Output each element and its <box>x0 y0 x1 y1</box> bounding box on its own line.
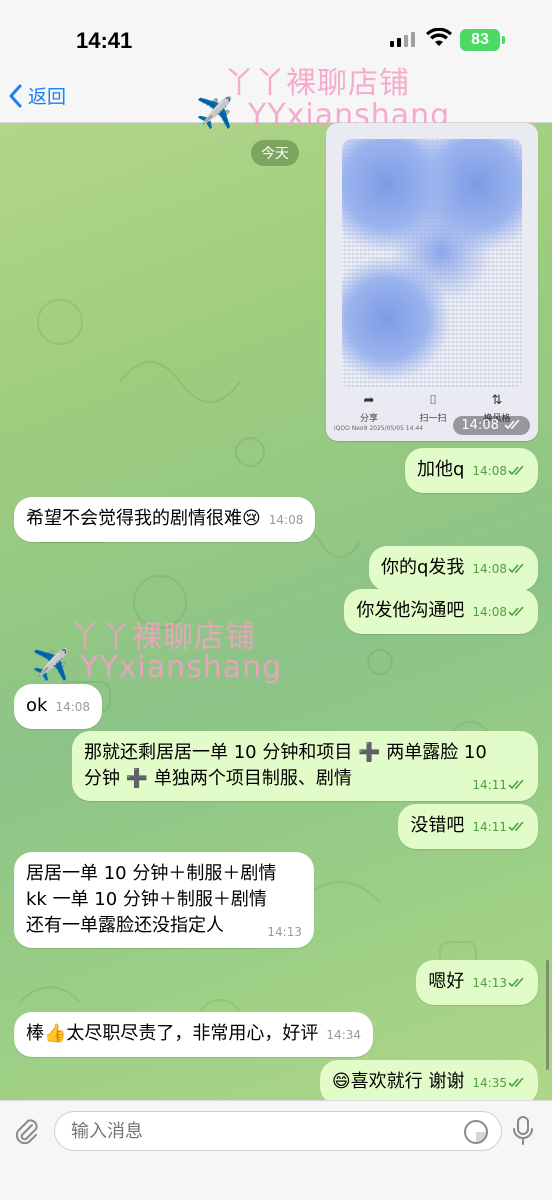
chat-screen: 14:41 83 返回 丫丫裸聊店铺 ✈️ YYxianshang 今天 ➦ 分享… <box>0 0 552 1200</box>
watermark-handle: YYxianshang <box>80 650 283 685</box>
message-text: 加他q <box>416 459 465 480</box>
microphone-icon[interactable] <box>512 1115 534 1147</box>
airplane-icon: ✈️ <box>196 96 234 131</box>
date-separator: 今天 <box>251 140 299 166</box>
message-bubble-outgoing[interactable]: 那就还剩居居一单 10 分钟和项目 ➕ 两单露脸 10 分钟 ➕ 单独两个项目制… <box>72 731 538 801</box>
image-message[interactable]: ➦ 分享 ⌷ 扫一扫 ⇅ 换风格 iQOO Neo9 2025/05/05 14:44… <box>326 123 538 441</box>
airplane-icon: ✈️ <box>32 648 70 683</box>
message-text-line: 分钟 ➕ 单独两个项目制服、剧情 14:11 <box>84 766 526 792</box>
message-bubble-outgoing[interactable]: 😄喜欢就行 谢谢 14:35 <box>319 1060 538 1105</box>
message-time: 14:08 <box>472 562 507 576</box>
message-bubble-incoming[interactable]: 居居一单 10 分钟＋制服＋剧情 kk 一单 10 分钟＋制服＋剧情 还有一单露… <box>14 852 314 948</box>
message-time: 14:08 <box>55 700 91 714</box>
message-bubble-outgoing[interactable]: 没错吧 14:11 <box>398 804 538 849</box>
message-bubble-incoming[interactable]: ok 14:08 <box>14 684 103 729</box>
wifi-icon <box>426 28 452 46</box>
message-time: 14:08 <box>472 464 507 478</box>
message-time: 14:13 <box>267 925 302 939</box>
battery-tip <box>502 36 505 44</box>
message-text: 嗯好 <box>428 971 465 992</box>
message-input[interactable] <box>54 1111 502 1151</box>
message-text-line: 还有一单露脸还没指定人 14:13 <box>26 913 302 939</box>
message-text: 分钟 ➕ 单独两个项目制服、剧情 <box>84 768 352 789</box>
scrollbar[interactable] <box>546 960 549 1070</box>
message-text: ok <box>26 695 48 716</box>
qr-share-tool: ➦ 分享 <box>344 393 394 424</box>
back-label: 返回 <box>28 86 67 108</box>
double-check-icon <box>508 564 524 574</box>
message-text-line: 那就还剩居居一单 10 分钟和项目 ➕ 两单露脸 10 <box>84 742 487 763</box>
message-time: 14:08 <box>472 605 507 619</box>
back-button[interactable]: 返回 <box>8 82 66 109</box>
message-bubble-outgoing[interactable]: 加他q 14:08 <box>404 448 538 493</box>
message-time: 14:08 <box>461 418 499 433</box>
scan-icon: ⌷ <box>429 393 437 408</box>
message-bubble-incoming[interactable]: 希望不会觉得我的剧情很难😢 14:08 <box>14 497 316 542</box>
sticker-icon[interactable] <box>463 1119 489 1145</box>
double-check-icon <box>508 780 524 790</box>
qr-scan-tool: ⌷ 扫一扫 <box>408 393 458 424</box>
double-check-icon <box>508 978 524 988</box>
message-bubble-incoming[interactable]: 棒👍太尽职尽责了，非常用心，好评 14:34 <box>14 1012 374 1057</box>
message-text: 棒👍太尽职尽责了，非常用心，好评 <box>26 1023 319 1044</box>
message-time: 14:35 <box>472 1076 507 1090</box>
message-bubble-outgoing[interactable]: 你发他沟通吧 14:08 <box>344 589 538 634</box>
qr-tool-label: 分享 <box>359 414 378 424</box>
double-check-icon <box>504 420 520 430</box>
message-bubble-outgoing[interactable]: 嗯好 14:13 <box>416 960 538 1005</box>
watermark-shop-name: 丫丫裸聊店铺 <box>224 66 410 101</box>
message-text-line: kk 一单 10 分钟＋制服＋剧情 <box>26 889 267 910</box>
message-bubble-outgoing[interactable]: 你的q发我 14:08 <box>368 546 538 591</box>
image-message-time: 14:08 <box>453 416 530 435</box>
double-check-icon <box>508 822 524 832</box>
qr-tool-label: 扫一扫 <box>419 414 447 424</box>
message-text: 你发他沟通吧 <box>356 600 465 621</box>
message-time: 14:34 <box>326 1028 362 1042</box>
battery-level: 83 <box>471 31 489 48</box>
message-time: 14:08 <box>268 513 304 527</box>
cellular-signal-icon <box>390 32 415 47</box>
blurred-qr-code-image <box>342 139 522 389</box>
message-text: 😄喜欢就行 谢谢 <box>331 1071 465 1092</box>
image-caption: iQOO Neo9 2025/05/05 14:44 <box>334 425 424 432</box>
style-icon: ⇅ <box>491 393 503 408</box>
message-text: 没错吧 <box>410 815 465 836</box>
message-time: 14:13 <box>472 976 507 990</box>
message-time: 14:11 <box>472 820 507 834</box>
message-text-line: 居居一单 10 分钟＋制服＋剧情 <box>26 863 277 884</box>
attach-paperclip-icon[interactable] <box>12 1117 40 1145</box>
message-composer <box>0 1100 552 1200</box>
battery-icon: 83 <box>460 29 500 51</box>
chevron-left-icon <box>9 84 22 107</box>
message-text: 希望不会觉得我的剧情很难😢 <box>26 508 261 529</box>
status-time: 14:41 <box>76 28 133 53</box>
message-text: 你的q发我 <box>380 557 465 578</box>
message-text: 还有一单露脸还没指定人 <box>26 915 224 936</box>
double-check-icon <box>508 466 524 476</box>
share-icon: ➦ <box>363 393 375 408</box>
double-check-icon <box>508 1078 524 1088</box>
double-check-icon <box>508 607 524 617</box>
message-time: 14:11 <box>472 778 507 792</box>
